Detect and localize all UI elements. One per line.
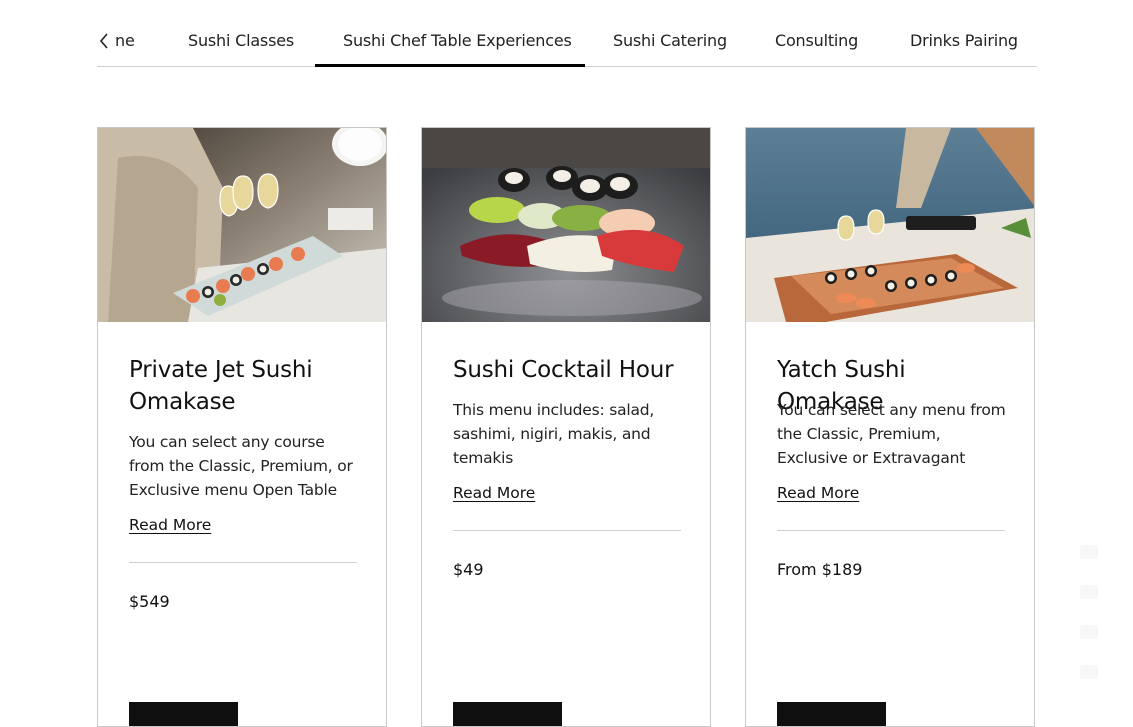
service-card-yacht: Yatch Sushi Omakase You can select any m… bbox=[745, 127, 1035, 727]
read-more-link[interactable]: Read More bbox=[777, 482, 859, 504]
card-image-yacht[interactable] bbox=[746, 128, 1034, 322]
decorative-mark bbox=[1080, 585, 1098, 599]
decorative-mark bbox=[1080, 665, 1098, 679]
card-divider bbox=[777, 530, 1005, 531]
active-tab-indicator bbox=[315, 64, 585, 67]
book-button[interactable] bbox=[129, 702, 238, 726]
card-image-cocktail-hour[interactable] bbox=[422, 128, 710, 322]
category-tabs: ne Sushi Classes Sushi Chef Table Experi… bbox=[97, 0, 1037, 67]
book-button[interactable] bbox=[777, 702, 886, 726]
card-image-private-jet[interactable] bbox=[98, 128, 386, 322]
card-description: You can select any course from the Class… bbox=[129, 433, 353, 499]
tab-drinks-pairing[interactable]: Drinks Pairing bbox=[910, 30, 1018, 54]
tab-sushi-chef-table-experiences[interactable]: Sushi Chef Table Experiences bbox=[343, 30, 572, 54]
card-price: $49 bbox=[453, 560, 484, 579]
service-card-private-jet: Private Jet Sushi Omakase You can select… bbox=[97, 127, 387, 727]
card-description: This menu includes: salad, sashimi, nigi… bbox=[453, 401, 655, 467]
card-price: From $189 bbox=[777, 560, 863, 579]
service-card-cocktail-hour: Sushi Cocktail Hour This menu includes: … bbox=[421, 127, 711, 727]
card-divider bbox=[129, 562, 357, 563]
card-divider bbox=[453, 530, 681, 531]
book-button[interactable] bbox=[453, 702, 562, 726]
read-more-link[interactable]: Read More bbox=[453, 482, 535, 504]
read-more-link[interactable]: Read More bbox=[129, 514, 211, 536]
card-description: You can select any menu from the Classic… bbox=[777, 401, 1006, 467]
tab-home[interactable]: ne bbox=[115, 30, 135, 54]
tab-sushi-classes[interactable]: Sushi Classes bbox=[188, 30, 294, 54]
tab-consulting[interactable]: Consulting bbox=[775, 30, 858, 54]
decorative-mark bbox=[1080, 625, 1098, 639]
chevron-left-icon bbox=[99, 33, 108, 49]
card-title: Sushi Cocktail Hour bbox=[453, 357, 674, 383]
tab-sushi-catering[interactable]: Sushi Catering bbox=[613, 30, 727, 54]
previous-tabs-button[interactable] bbox=[97, 30, 111, 52]
decorative-mark bbox=[1080, 545, 1098, 559]
card-title: Private Jet Sushi Omakase bbox=[129, 357, 313, 415]
card-price: $549 bbox=[129, 592, 170, 611]
